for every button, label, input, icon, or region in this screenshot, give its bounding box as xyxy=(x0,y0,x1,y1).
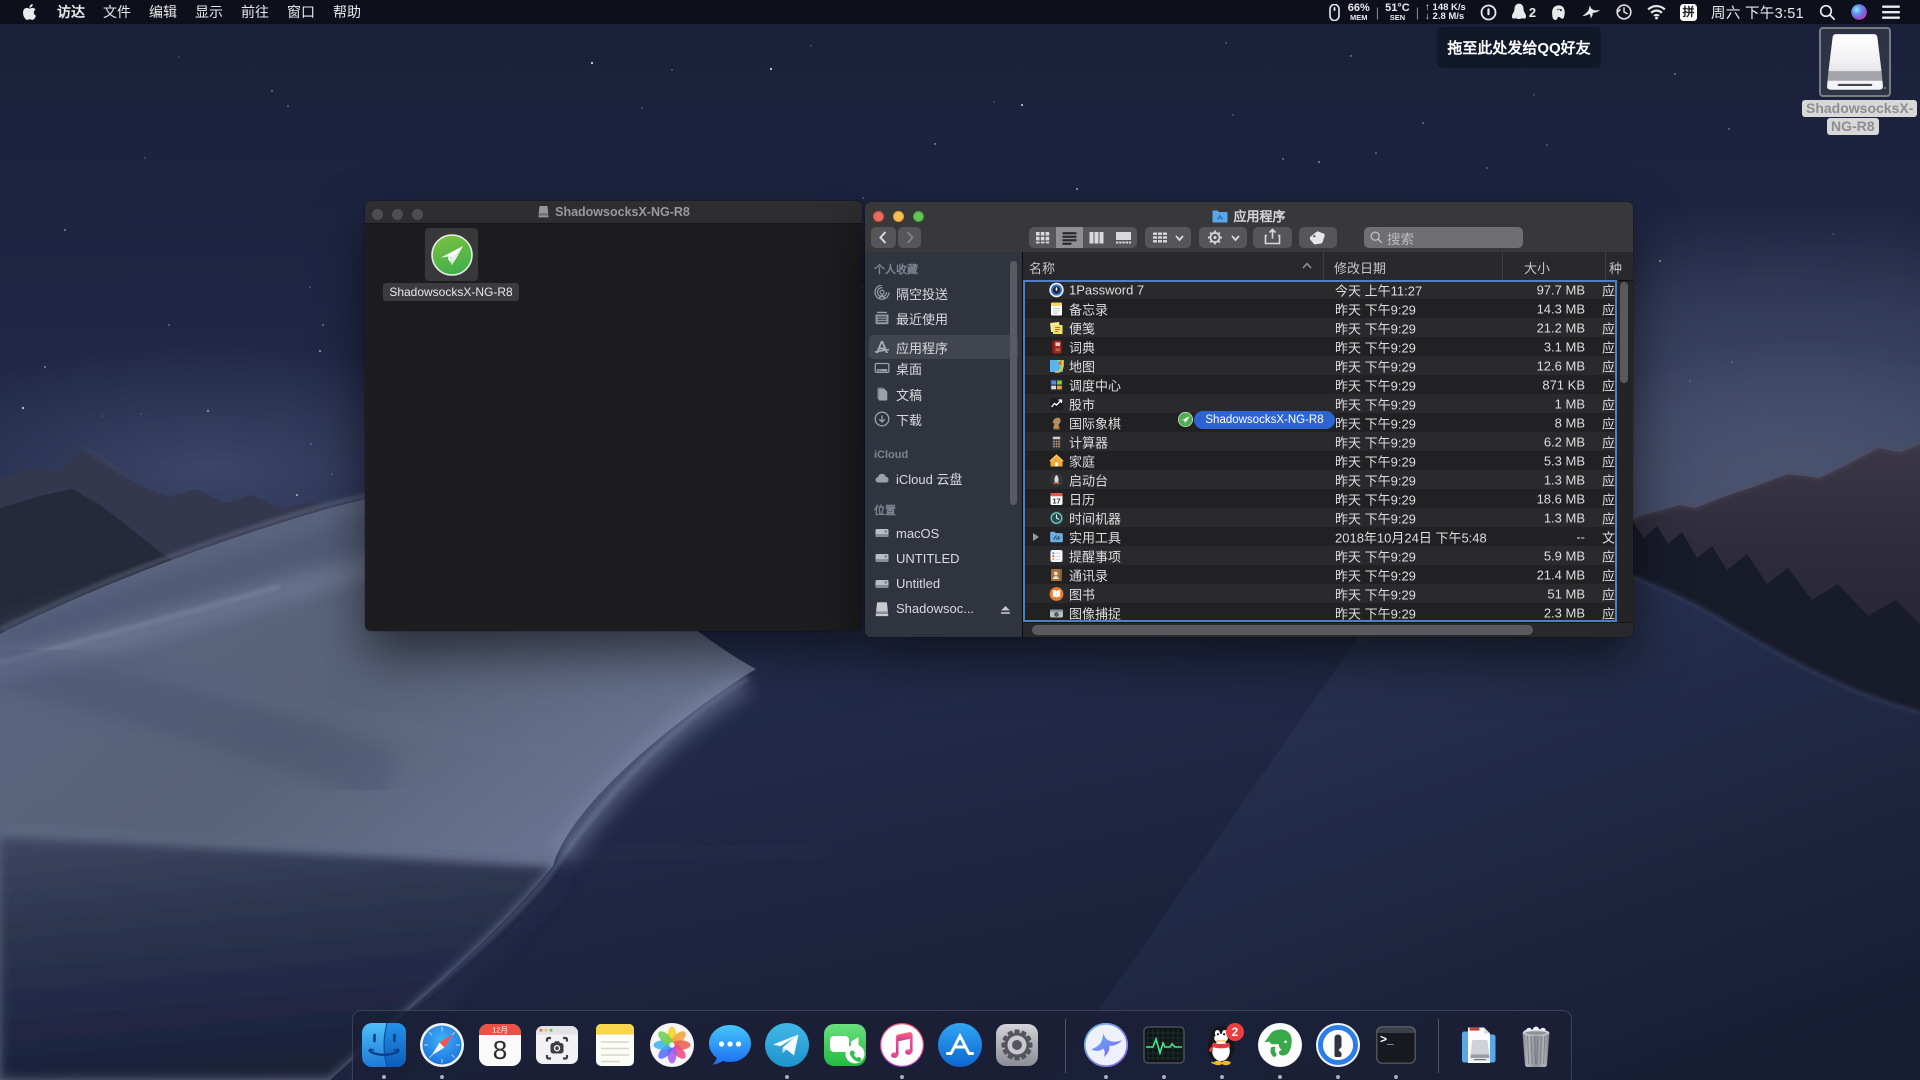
svg-text:>_: >_ xyxy=(1380,1032,1394,1046)
svg-text:2: 2 xyxy=(1232,1027,1238,1039)
svg-text:17: 17 xyxy=(1052,496,1060,505)
svg-text:12月: 12月 xyxy=(492,1026,508,1035)
svg-text:8: 8 xyxy=(493,1035,507,1065)
